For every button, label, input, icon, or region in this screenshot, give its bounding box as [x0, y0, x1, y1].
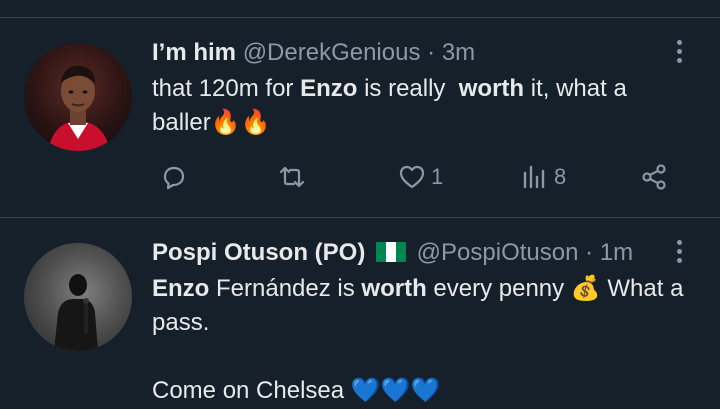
reply-button[interactable]	[159, 159, 193, 195]
timestamp[interactable]: 3m	[442, 39, 475, 66]
user-handle[interactable]: @PospiOtuson	[417, 239, 579, 266]
text-segment: Fernández is	[209, 275, 362, 302]
views-button[interactable]: 8	[520, 159, 566, 195]
reply-icon	[163, 166, 185, 190]
text-segment: baller	[152, 109, 211, 136]
nigeria-flag-icon	[376, 242, 406, 262]
blue-hearts-emoji: 💙💙💙	[350, 377, 441, 404]
share-icon	[642, 164, 666, 190]
text-segment: What a	[600, 275, 684, 302]
tweet-header: I’m him @DerekGenious · 3m	[152, 38, 475, 68]
text-segment: it, what a	[524, 75, 627, 102]
retweet-button[interactable]	[277, 159, 311, 195]
more-options-icon[interactable]	[672, 240, 686, 270]
text-bold: Enzo	[152, 275, 210, 302]
display-name[interactable]: Pospi Otuson (PO)	[152, 239, 365, 266]
share-button[interactable]	[640, 159, 670, 195]
tweet-text: that 120m for Enzo is really worth it, w…	[152, 72, 682, 140]
text-bold: worth	[458, 75, 525, 102]
fire-emoji: 🔥🔥	[210, 109, 271, 136]
retweet-icon	[279, 166, 305, 188]
tweet[interactable]: I’m him @DerekGenious · 3m that 120m for…	[0, 18, 720, 217]
text-segment: every penny	[426, 275, 571, 302]
text-bold: worth	[361, 275, 427, 302]
action-bar: 1 8	[0, 159, 720, 195]
timestamp[interactable]: 1m	[600, 239, 633, 266]
text-segment: is really	[357, 75, 459, 102]
separator: ·	[427, 39, 436, 66]
separator: ·	[585, 239, 594, 266]
avatar[interactable]	[24, 243, 132, 351]
text-segment: Come on Chelsea	[152, 377, 351, 404]
views-count: 8	[554, 164, 567, 189]
tweet[interactable]: Pospi Otuson (PO) @PospiOtuson · 1m Enzo…	[0, 218, 720, 409]
text-segment: pass.	[152, 309, 210, 336]
tweet-header: Pospi Otuson (PO) @PospiOtuson · 1m	[152, 238, 633, 268]
text-bold: Enzo	[300, 75, 358, 102]
display-name[interactable]: I’m him	[152, 39, 236, 66]
like-button[interactable]: 1	[397, 159, 443, 195]
text-segment: that 120m for	[152, 75, 301, 102]
heart-icon	[399, 165, 425, 189]
user-handle[interactable]: @DerekGenious	[243, 39, 421, 66]
avatar-photo	[24, 243, 132, 351]
more-options-icon[interactable]	[672, 40, 686, 70]
avatar[interactable]	[24, 43, 132, 151]
like-count: 1	[431, 164, 444, 189]
money-bag-emoji: 💰	[570, 275, 601, 302]
views-icon	[523, 165, 545, 189]
tweet-text: Enzo Fernández is worth every penny 💰 Wh…	[152, 272, 697, 408]
avatar-photo	[48, 65, 110, 151]
